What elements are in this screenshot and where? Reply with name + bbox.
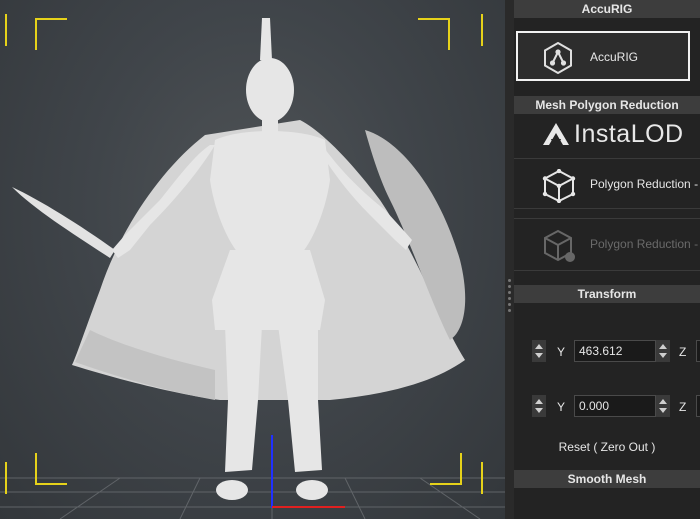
smooth-mesh-section-header[interactable]: Smooth Mesh xyxy=(514,470,700,488)
polygon-reduction-item-1-label: Polygon Reduction - xyxy=(590,177,699,191)
frame-guide-right-top-tick xyxy=(481,14,483,46)
reset-zero-out-button[interactable]: Reset ( Zero Out ) xyxy=(514,436,700,458)
frame-guide-top-left xyxy=(35,18,67,50)
character-sword xyxy=(12,187,115,258)
3d-viewport[interactable] xyxy=(0,0,505,519)
frame-guide-bottom-left xyxy=(35,453,67,485)
polygon-reduction-item-1[interactable]: Polygon Reduction - xyxy=(514,164,700,204)
z-axis-label-row2: Z xyxy=(679,400,687,414)
frame-guide-bottom-right xyxy=(430,453,462,485)
polygon-cube-gear-icon xyxy=(544,229,575,262)
polygon-cube-icon xyxy=(542,169,576,203)
transform-section-header[interactable]: Transform xyxy=(514,285,700,303)
y-axis-label-row1: Y xyxy=(557,345,566,359)
polygon-reduction-item-2-label: Polygon Reduction - xyxy=(590,237,699,251)
y-stepper-row2[interactable] xyxy=(656,395,670,417)
frame-guide-top-right xyxy=(418,18,450,50)
y-value-field-row1[interactable]: 463.612 xyxy=(574,340,656,362)
frame-guide-right-bottom-tick xyxy=(481,462,483,494)
x-stepper-row1[interactable] xyxy=(532,340,546,362)
z-value-field-row2[interactable] xyxy=(696,395,700,417)
instalod-brand-text: InstaLOD xyxy=(574,120,684,148)
y-value-field-row2[interactable]: 0.000 xyxy=(574,395,656,417)
accurig-button[interactable]: AccuRIG xyxy=(516,31,690,81)
mesh-reduction-section-header[interactable]: Mesh Polygon Reduction xyxy=(514,96,700,114)
y-stepper-row1[interactable] xyxy=(656,340,670,362)
frame-guide-left-top-tick xyxy=(5,14,7,46)
right-panel: AccuRIG AccuRIG Mesh Polygon Reduction I… xyxy=(514,0,700,519)
y-axis-label-row2: Y xyxy=(557,400,566,414)
instalod-logo-icon xyxy=(543,123,569,145)
accurig-network-icon xyxy=(544,42,572,74)
instalod-brand: InstaLOD xyxy=(542,120,683,153)
panel-splitter[interactable] xyxy=(505,0,514,519)
frame-guide-left-bottom-tick xyxy=(5,462,7,494)
z-value-field-row1[interactable] xyxy=(696,340,700,362)
z-axis-label-row1: Z xyxy=(679,345,687,359)
accurig-button-label: AccuRIG xyxy=(590,50,639,64)
x-stepper-row2[interactable] xyxy=(532,395,546,417)
polygon-reduction-item-2: Polygon Reduction - xyxy=(514,224,700,264)
viewport-scene xyxy=(0,18,505,519)
accurig-section-header[interactable]: AccuRIG xyxy=(514,0,700,18)
